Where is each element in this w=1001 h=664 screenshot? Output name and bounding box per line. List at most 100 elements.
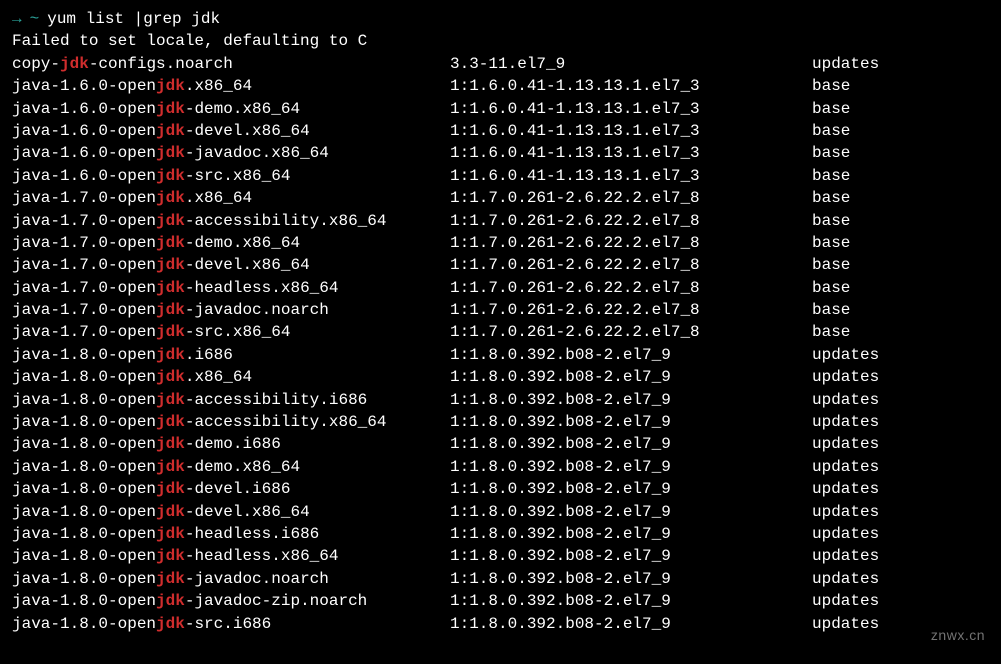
- package-suffix: -accessibility.x86_64: [185, 212, 387, 230]
- package-suffix: -demo.x86_64: [185, 234, 300, 252]
- package-suffix: -headless.i686: [185, 525, 319, 543]
- package-name: java-1.8.0-openjdk-demo.x86_64: [12, 456, 450, 478]
- package-repo: updates: [812, 545, 879, 567]
- package-suffix: -demo.i686: [185, 435, 281, 453]
- package-prefix: java-1.6.0-open: [12, 122, 156, 140]
- package-suffix: -src.x86_64: [185, 323, 291, 341]
- grep-highlight: jdk: [156, 167, 185, 185]
- package-suffix: -javadoc.noarch: [185, 570, 329, 588]
- package-row: java-1.8.0-openjdk-demo.i6861:1.8.0.392.…: [12, 433, 989, 455]
- package-repo: base: [812, 321, 850, 343]
- package-repo: updates: [812, 501, 879, 523]
- package-suffix: -demo.x86_64: [185, 100, 300, 118]
- package-name: java-1.7.0-openjdk-accessibility.x86_64: [12, 210, 450, 232]
- grep-highlight: jdk: [156, 256, 185, 274]
- package-version: 1:1.8.0.392.b08-2.el7_9: [450, 433, 812, 455]
- package-version: 1:1.6.0.41-1.13.13.1.el7_3: [450, 98, 812, 120]
- package-prefix: java-1.8.0-open: [12, 592, 156, 610]
- package-row: java-1.7.0-openjdk-accessibility.x86_641…: [12, 210, 989, 232]
- package-prefix: java-1.7.0-open: [12, 323, 156, 341]
- package-prefix: java-1.7.0-open: [12, 279, 156, 297]
- package-version: 1:1.8.0.392.b08-2.el7_9: [450, 389, 812, 411]
- package-suffix: -javadoc.noarch: [185, 301, 329, 319]
- package-row: java-1.8.0-openjdk-accessibility.i6861:1…: [12, 389, 989, 411]
- package-suffix: -headless.x86_64: [185, 279, 339, 297]
- grep-highlight: jdk: [156, 503, 185, 521]
- package-prefix: java-1.8.0-open: [12, 435, 156, 453]
- package-name: java-1.8.0-openjdk-src.i686: [12, 613, 450, 635]
- package-name: java-1.7.0-openjdk-src.x86_64: [12, 321, 450, 343]
- package-repo: updates: [812, 613, 879, 635]
- package-version: 1:1.8.0.392.b08-2.el7_9: [450, 545, 812, 567]
- package-row: java-1.8.0-openjdk-src.i6861:1.8.0.392.b…: [12, 613, 989, 635]
- package-prefix: java-1.6.0-open: [12, 144, 156, 162]
- package-name: java-1.8.0-openjdk-accessibility.x86_64: [12, 411, 450, 433]
- package-row: java-1.8.0-openjdk.i6861:1.8.0.392.b08-2…: [12, 344, 989, 366]
- package-row: java-1.7.0-openjdk-javadoc.noarch1:1.7.0…: [12, 299, 989, 321]
- package-prefix: java-1.7.0-open: [12, 256, 156, 274]
- watermark: znwx.cn: [931, 626, 985, 646]
- package-prefix: java-1.8.0-open: [12, 525, 156, 543]
- package-row: java-1.8.0-openjdk-javadoc-zip.noarch1:1…: [12, 590, 989, 612]
- grep-highlight: jdk: [156, 570, 185, 588]
- package-row: java-1.7.0-openjdk-src.x86_641:1.7.0.261…: [12, 321, 989, 343]
- package-name: java-1.8.0-openjdk-accessibility.i686: [12, 389, 450, 411]
- command-prompt[interactable]: → ~ yum list |grep jdk: [12, 8, 989, 30]
- package-name: java-1.7.0-openjdk-javadoc.noarch: [12, 299, 450, 321]
- package-suffix: -devel.x86_64: [185, 122, 310, 140]
- package-suffix: -headless.x86_64: [185, 547, 339, 565]
- package-suffix: .x86_64: [185, 77, 252, 95]
- package-repo: updates: [812, 366, 879, 388]
- package-name: copy-jdk-configs.noarch: [12, 53, 450, 75]
- package-repo: base: [812, 210, 850, 232]
- package-version: 1:1.7.0.261-2.6.22.2.el7_8: [450, 299, 812, 321]
- package-suffix: -devel.x86_64: [185, 256, 310, 274]
- package-version: 1:1.6.0.41-1.13.13.1.el7_3: [450, 75, 812, 97]
- package-version: 1:1.7.0.261-2.6.22.2.el7_8: [450, 210, 812, 232]
- grep-highlight: jdk: [156, 391, 185, 409]
- package-row: java-1.8.0-openjdk-headless.i6861:1.8.0.…: [12, 523, 989, 545]
- package-version: 1:1.8.0.392.b08-2.el7_9: [450, 344, 812, 366]
- package-suffix: -devel.x86_64: [185, 503, 310, 521]
- package-row: java-1.7.0-openjdk.x86_641:1.7.0.261-2.6…: [12, 187, 989, 209]
- package-row: java-1.8.0-openjdk.x86_641:1.8.0.392.b08…: [12, 366, 989, 388]
- package-repo: updates: [812, 590, 879, 612]
- package-prefix: java-1.8.0-open: [12, 547, 156, 565]
- package-name: java-1.8.0-openjdk.x86_64: [12, 366, 450, 388]
- package-repo: base: [812, 165, 850, 187]
- prompt-tilde: ~: [30, 8, 40, 30]
- package-version: 1:1.6.0.41-1.13.13.1.el7_3: [450, 142, 812, 164]
- grep-highlight: jdk: [156, 547, 185, 565]
- package-version: 1:1.7.0.261-2.6.22.2.el7_8: [450, 254, 812, 276]
- package-name: java-1.7.0-openjdk-demo.x86_64: [12, 232, 450, 254]
- package-prefix: java-1.7.0-open: [12, 189, 156, 207]
- package-version: 1:1.8.0.392.b08-2.el7_9: [450, 568, 812, 590]
- grep-highlight: jdk: [156, 480, 185, 498]
- package-repo: base: [812, 75, 850, 97]
- package-row: java-1.6.0-openjdk-javadoc.x86_641:1.6.0…: [12, 142, 989, 164]
- package-version: 1:1.7.0.261-2.6.22.2.el7_8: [450, 277, 812, 299]
- package-row: java-1.8.0-openjdk-devel.i6861:1.8.0.392…: [12, 478, 989, 500]
- package-prefix: java-1.8.0-open: [12, 391, 156, 409]
- package-name: java-1.8.0-openjdk-demo.i686: [12, 433, 450, 455]
- package-suffix: -javadoc.x86_64: [185, 144, 329, 162]
- package-prefix: java-1.7.0-open: [12, 212, 156, 230]
- package-repo: base: [812, 142, 850, 164]
- package-version: 1:1.8.0.392.b08-2.el7_9: [450, 411, 812, 433]
- grep-highlight: jdk: [156, 323, 185, 341]
- grep-highlight: jdk: [156, 413, 185, 431]
- package-row: java-1.8.0-openjdk-headless.x86_64 1:1.8.…: [12, 545, 989, 567]
- package-suffix: -accessibility.i686: [185, 391, 367, 409]
- grep-highlight: jdk: [156, 234, 185, 252]
- package-suffix: .x86_64: [185, 368, 252, 386]
- grep-highlight: jdk: [156, 615, 185, 633]
- grep-highlight: jdk: [156, 301, 185, 319]
- package-name: java-1.8.0-openjdk-javadoc.noarch: [12, 568, 450, 590]
- package-prefix: java-1.7.0-open: [12, 301, 156, 319]
- package-name: java-1.8.0-openjdk-javadoc-zip.noarch: [12, 590, 450, 612]
- package-name: java-1.7.0-openjdk-headless.x86_64: [12, 277, 450, 299]
- package-suffix: -src.i686: [185, 615, 271, 633]
- package-prefix: java-1.8.0-open: [12, 480, 156, 498]
- package-prefix: java-1.6.0-open: [12, 77, 156, 95]
- package-prefix: java-1.8.0-open: [12, 368, 156, 386]
